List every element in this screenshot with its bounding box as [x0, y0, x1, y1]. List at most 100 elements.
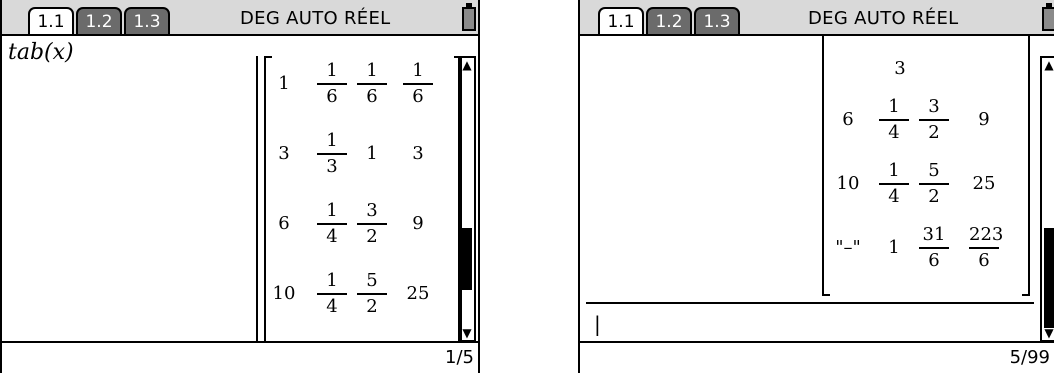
fraction-bar	[357, 293, 387, 295]
scroll-thumb[interactable]	[462, 228, 472, 290]
fraction-denominator: 2	[366, 226, 378, 247]
entry-cursor[interactable]: |	[594, 312, 601, 336]
fraction-numerator: 3	[366, 200, 378, 221]
fraction-bar	[357, 223, 387, 225]
fraction-bar	[919, 247, 949, 249]
fraction-denominator: 2	[928, 186, 940, 207]
fraction-denominator: 6	[978, 250, 990, 271]
fraction-bar	[357, 83, 387, 85]
column-divider	[256, 56, 258, 342]
fraction-bar	[403, 83, 433, 85]
tab-1-1[interactable]: 1.1	[598, 7, 644, 34]
matrix-fraction: 52	[919, 160, 949, 208]
fraction-bar	[969, 247, 999, 249]
matrix-right-bracket	[1022, 36, 1030, 296]
tab-1-3[interactable]: 1.3	[124, 7, 170, 34]
matrix-cell: 9	[412, 213, 424, 234]
fraction-denominator: 2	[366, 296, 378, 317]
scroll-up-icon[interactable]: ▲	[460, 58, 474, 72]
matrix-fraction: 32	[919, 96, 949, 144]
matrix-fraction: 52	[357, 270, 387, 318]
battery-icon	[1042, 3, 1054, 31]
fraction-bar	[317, 293, 347, 295]
matrix-fraction: 14	[879, 160, 909, 208]
fraction-numerator: 1	[888, 96, 900, 117]
fraction-numerator: 1	[888, 160, 900, 181]
scrollbar[interactable]: ▲ ▼	[458, 56, 476, 342]
matrix-fraction: 14	[879, 96, 909, 144]
scroll-down-icon[interactable]: ▼	[460, 326, 474, 340]
fraction-bar	[919, 119, 949, 121]
scroll-down-icon[interactable]: ▼	[1042, 326, 1054, 340]
calculator-screen-right: 1.1 1.2 1.3 DEG AUTO RÉEL 3 6 1 4 3 2 9 10 1 4 5 2…	[578, 0, 1054, 373]
fraction-numerator: 3	[928, 96, 940, 117]
matrix-fraction: 32	[357, 200, 387, 248]
matrix-cell: 1	[888, 237, 900, 258]
scroll-thumb[interactable]	[1044, 228, 1054, 328]
fraction-numerator: 1	[366, 60, 378, 81]
tab-1-2[interactable]: 1.2	[76, 7, 122, 34]
tab-1-3[interactable]: 1.3	[694, 7, 740, 34]
fraction-denominator: 6	[928, 250, 940, 271]
fraction-denominator: 6	[412, 86, 424, 107]
matrix-fraction: 14	[317, 270, 347, 318]
matrix-fraction: 13	[317, 130, 347, 178]
matrix-cell: 10	[272, 283, 296, 304]
tab-1-1[interactable]: 1.1	[28, 7, 74, 34]
page-indicator: 5/99	[1009, 347, 1050, 368]
expression-input[interactable]: tab(x)	[8, 40, 74, 65]
fraction-numerator: 31	[922, 224, 946, 245]
fraction-denominator: 3	[326, 156, 338, 177]
fraction-bar	[919, 183, 949, 185]
matrix-fraction: 16	[357, 60, 387, 108]
matrix-cell: 10	[836, 173, 860, 194]
scroll-up-icon[interactable]: ▲	[1042, 58, 1054, 72]
top-bar: 1.1 1.2 1.3 DEG AUTO RÉEL	[2, 0, 478, 36]
fraction-bar	[317, 83, 347, 85]
fraction-denominator: 2	[928, 122, 940, 143]
status-text: DEG AUTO RÉEL	[808, 8, 959, 29]
fraction-numerator: 1	[326, 200, 338, 221]
matrix-cell: 9	[978, 109, 990, 130]
fraction-numerator: 1	[326, 270, 338, 291]
matrix-cell: 25	[972, 173, 996, 194]
scrollbar[interactable]: ▲ ▼	[1040, 56, 1054, 342]
bottom-bar: 1/5	[2, 341, 478, 373]
calculator-screen-left: 1.1 1.2 1.3 DEG AUTO RÉEL tab(x) 1161616…	[0, 0, 480, 373]
entry-separator	[586, 302, 1034, 304]
matrix-fraction: 16	[403, 60, 433, 108]
matrix-fraction: 223 6	[969, 224, 1003, 272]
matrix-cell: "–"	[835, 237, 861, 258]
fraction-bar	[879, 183, 909, 185]
fraction-denominator: 4	[888, 122, 900, 143]
fraction-bar	[317, 223, 347, 225]
fraction-numerator: 1	[326, 130, 338, 151]
page-indicator: 1/5	[445, 347, 474, 368]
fraction-denominator: 4	[888, 186, 900, 207]
matrix-fraction: 31 6	[919, 224, 949, 272]
matrix-cell: 25	[406, 283, 430, 304]
tab-1-2[interactable]: 1.2	[646, 7, 692, 34]
fraction-numerator: 1	[326, 60, 338, 81]
matrix-cell: 3	[412, 143, 424, 164]
matrix-fraction: 16	[317, 60, 347, 108]
fraction-numerator: 5	[928, 160, 940, 181]
battery-icon	[462, 3, 476, 31]
matrix-cell: 6	[278, 213, 290, 234]
bottom-bar: 5/99	[580, 341, 1054, 373]
matrix-cell: 1	[278, 73, 290, 94]
matrix-fraction: 14	[317, 200, 347, 248]
fraction-numerator: 5	[366, 270, 378, 291]
fraction-denominator: 4	[326, 296, 338, 317]
matrix-cell: 6	[842, 109, 854, 130]
fraction-numerator: 1	[412, 60, 424, 81]
partial-row-value: 3	[894, 58, 906, 79]
fraction-bar	[879, 119, 909, 121]
fraction-denominator: 6	[326, 86, 338, 107]
top-bar: 1.1 1.2 1.3 DEG AUTO RÉEL	[580, 0, 1054, 36]
fraction-denominator: 4	[326, 226, 338, 247]
status-text: DEG AUTO RÉEL	[240, 8, 391, 29]
fraction-denominator: 6	[366, 86, 378, 107]
matrix-cell: 1	[366, 143, 378, 164]
matrix-cell: 3	[278, 143, 290, 164]
